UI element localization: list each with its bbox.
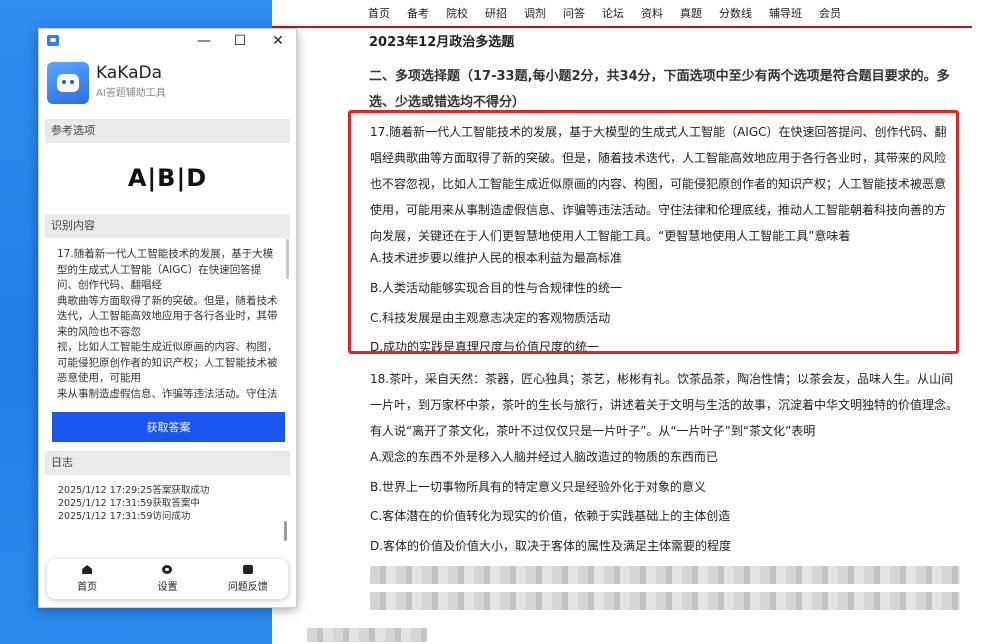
gear-icon <box>162 565 173 574</box>
tab-label: 首页 <box>77 582 98 593</box>
question-18-option: D.客体的价值及价值大小，取决于客体的属性及满足主体需要的程度 <box>370 539 732 553</box>
chat-icon <box>242 565 253 574</box>
blurred-text <box>370 566 960 584</box>
blurred-text <box>307 628 427 642</box>
webpage: 首页 备考 院校 研招 调剂 问答 论坛 资料 真题 分数线 辅导班 会员 20… <box>272 0 998 644</box>
log-list: 2025/1/12 17:29:25答案获取成功 2025/1/12 17:31… <box>58 484 283 523</box>
log-scrollbar[interactable] <box>284 521 287 541</box>
recognized-scrollbar[interactable] <box>286 239 289 279</box>
top-navigation: 首页 备考 院校 研招 调剂 问答 论坛 资料 真题 分数线 辅导班 会员 <box>272 0 998 26</box>
answer-display: A|B|D <box>127 164 208 192</box>
app-subtitle: AI答题辅助工具 <box>96 88 166 99</box>
log-entry: 2025/1/12 17:29:25答案获取成功 <box>58 485 210 496</box>
nav-item[interactable]: 备考 <box>407 5 429 21</box>
app-name: KaKaDa <box>96 63 163 83</box>
log-entry: 2025/1/12 17:31:59访问成功 <box>58 511 191 522</box>
tab-feedback[interactable]: 问题反馈 <box>213 565 283 593</box>
log-entry: 2025/1/12 17:31:59获取答案中 <box>58 498 200 509</box>
nav-item[interactable]: 资料 <box>641 5 663 21</box>
reference-options-header: 参考选项 <box>45 119 290 143</box>
nav-item[interactable]: 问答 <box>563 5 585 21</box>
nav-item[interactable]: 首页 <box>368 5 390 21</box>
nav-item[interactable]: 论坛 <box>602 5 624 21</box>
nav-item[interactable]: 调剂 <box>524 5 546 21</box>
recognized-content-header: 识别内容 <box>45 214 290 238</box>
app-logo-icon <box>47 62 89 104</box>
bottom-tab-bar: 首页 设置 问题反馈 <box>47 559 288 599</box>
page-title: 2023年12月政治多选题 <box>369 35 515 50</box>
tab-home[interactable]: 首页 <box>52 565 122 593</box>
question-18-stem: 18.茶叶，采自天然：茶器，匠心独具；茶艺，彬彬有礼。饮茶品茶，陶冶性情；以茶会… <box>370 372 959 438</box>
get-answer-button[interactable]: 获取答案 <box>52 412 285 442</box>
blurred-text <box>370 592 960 610</box>
tab-label: 问题反馈 <box>227 582 268 593</box>
app-mini-icon <box>47 35 59 46</box>
nav-item[interactable]: 分数线 <box>719 5 752 21</box>
close-button[interactable]: ✕ <box>265 31 291 51</box>
log-header: 日志 <box>45 451 290 475</box>
recognition-highlight-box <box>348 110 959 354</box>
nav-divider <box>272 26 972 28</box>
question-18-option: A.观念的东西不外是移入人脑并经过人脑改造过的物质的东西而已 <box>370 450 718 464</box>
minimize-button[interactable]: — <box>191 31 217 51</box>
nav-item[interactable]: 会员 <box>819 5 841 21</box>
recognized-text[interactable]: 17.随着新一代人工智能技术的发展，基于大模型的生成式人工智能（AIGC）在快速… <box>57 247 279 403</box>
maximize-button[interactable]: ☐ <box>227 31 253 51</box>
kakada-window: — ☐ ✕ KaKaDa AI答题辅助工具 参考选项 A|B|D 识别内容 17… <box>38 28 297 608</box>
nav-item[interactable]: 真题 <box>680 5 702 21</box>
window-titlebar[interactable]: — ☐ ✕ <box>39 29 296 53</box>
nav-item[interactable]: 院校 <box>446 5 468 21</box>
home-icon <box>82 565 93 574</box>
tab-settings[interactable]: 设置 <box>132 565 202 593</box>
question-18-option: B.世界上一切事物所具有的特定意义只是经验外化于对象的意义 <box>370 480 707 494</box>
tab-label: 设置 <box>157 582 178 593</box>
nav-item[interactable]: 研招 <box>485 5 507 21</box>
question-18-option: C.客体潜在的价值转化为现实的价值，依赖于实践基础上的主体创造 <box>370 509 731 523</box>
section-header: 二、多项选择题（17-33题,每小题2分，共34分，下面选项中至少有两个选项是符… <box>369 69 950 110</box>
nav-item[interactable]: 辅导班 <box>769 5 802 21</box>
